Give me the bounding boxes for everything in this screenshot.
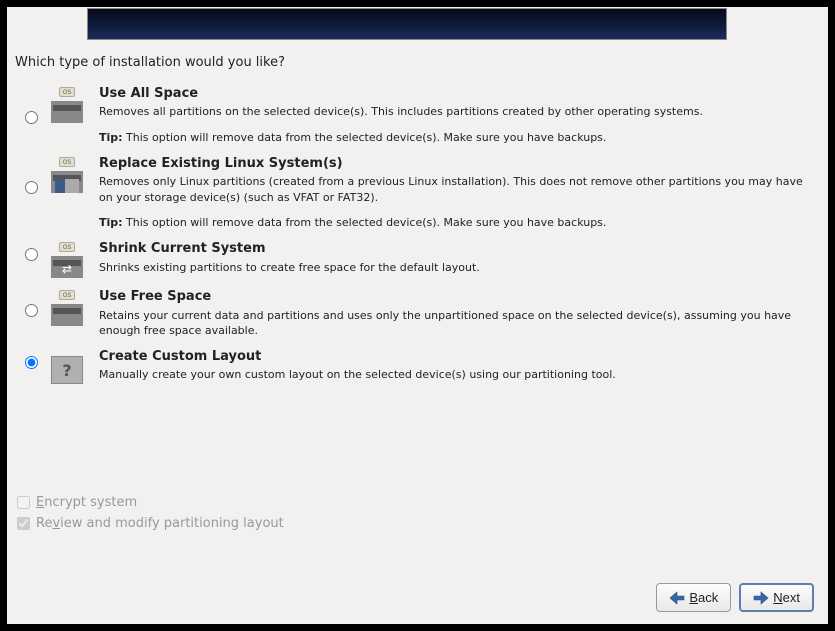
footer-buttons: Back Next <box>656 583 814 612</box>
arrow-right-icon <box>753 591 769 605</box>
option-title: Create Custom Layout <box>99 348 816 366</box>
disk-icon-replace: OS <box>43 153 91 193</box>
question-icon: ? <box>43 346 91 384</box>
extra-options: Encrypt system Review and modify partiti… <box>17 495 284 537</box>
installer-window: Which type of installation would you lik… <box>7 7 828 624</box>
encrypt-system-row[interactable]: Encrypt system <box>17 495 284 510</box>
radio-replace-linux[interactable] <box>25 181 38 194</box>
next-button[interactable]: Next <box>739 583 814 612</box>
option-use-all-space[interactable]: OS Use All Space Removes all partitions … <box>19 83 816 145</box>
disk-icon-use-all: OS <box>43 83 91 123</box>
option-title: Use All Space <box>99 85 816 103</box>
option-desc: Retains your current data and partitions… <box>99 308 816 339</box>
option-title: Use Free Space <box>99 288 816 306</box>
arrow-left-icon <box>669 591 685 605</box>
encrypt-checkbox[interactable] <box>17 496 30 509</box>
option-shrink[interactable]: OS ⇄ Shrink Current System Shrinks exist… <box>19 238 816 278</box>
option-title: Replace Existing Linux System(s) <box>99 155 816 173</box>
option-tip: Tip: This option will remove data from t… <box>99 215 816 230</box>
option-desc: Manually create your own custom layout o… <box>99 367 816 382</box>
radio-free-space[interactable] <box>25 304 38 317</box>
install-options: OS Use All Space Removes all partitions … <box>19 75 816 384</box>
radio-use-all-space[interactable] <box>25 111 38 124</box>
review-layout-row[interactable]: Review and modify partitioning layout <box>17 516 284 531</box>
option-title: Shrink Current System <box>99 240 816 258</box>
option-desc: Removes all partitions on the selected d… <box>99 104 816 119</box>
disk-icon-free-space: OS <box>43 286 91 326</box>
option-custom-layout[interactable]: ? Create Custom Layout Manually create y… <box>19 346 816 384</box>
option-desc: Shrinks existing partitions to create fr… <box>99 260 816 275</box>
prompt-text: Which type of installation would you lik… <box>15 55 285 70</box>
header-banner <box>87 8 727 40</box>
option-tip: Tip: This option will remove data from t… <box>99 130 816 145</box>
review-checkbox[interactable] <box>17 517 30 530</box>
radio-shrink[interactable] <box>25 248 38 261</box>
back-button[interactable]: Back <box>656 583 731 612</box>
option-desc: Removes only Linux partitions (created f… <box>99 174 816 205</box>
option-replace-linux[interactable]: OS Replace Existing Linux System(s) Remo… <box>19 153 816 230</box>
option-free-space[interactable]: OS Use Free Space Retains your current d… <box>19 286 816 338</box>
radio-custom-layout[interactable] <box>25 356 38 369</box>
disk-icon-shrink: OS ⇄ <box>43 238 91 278</box>
